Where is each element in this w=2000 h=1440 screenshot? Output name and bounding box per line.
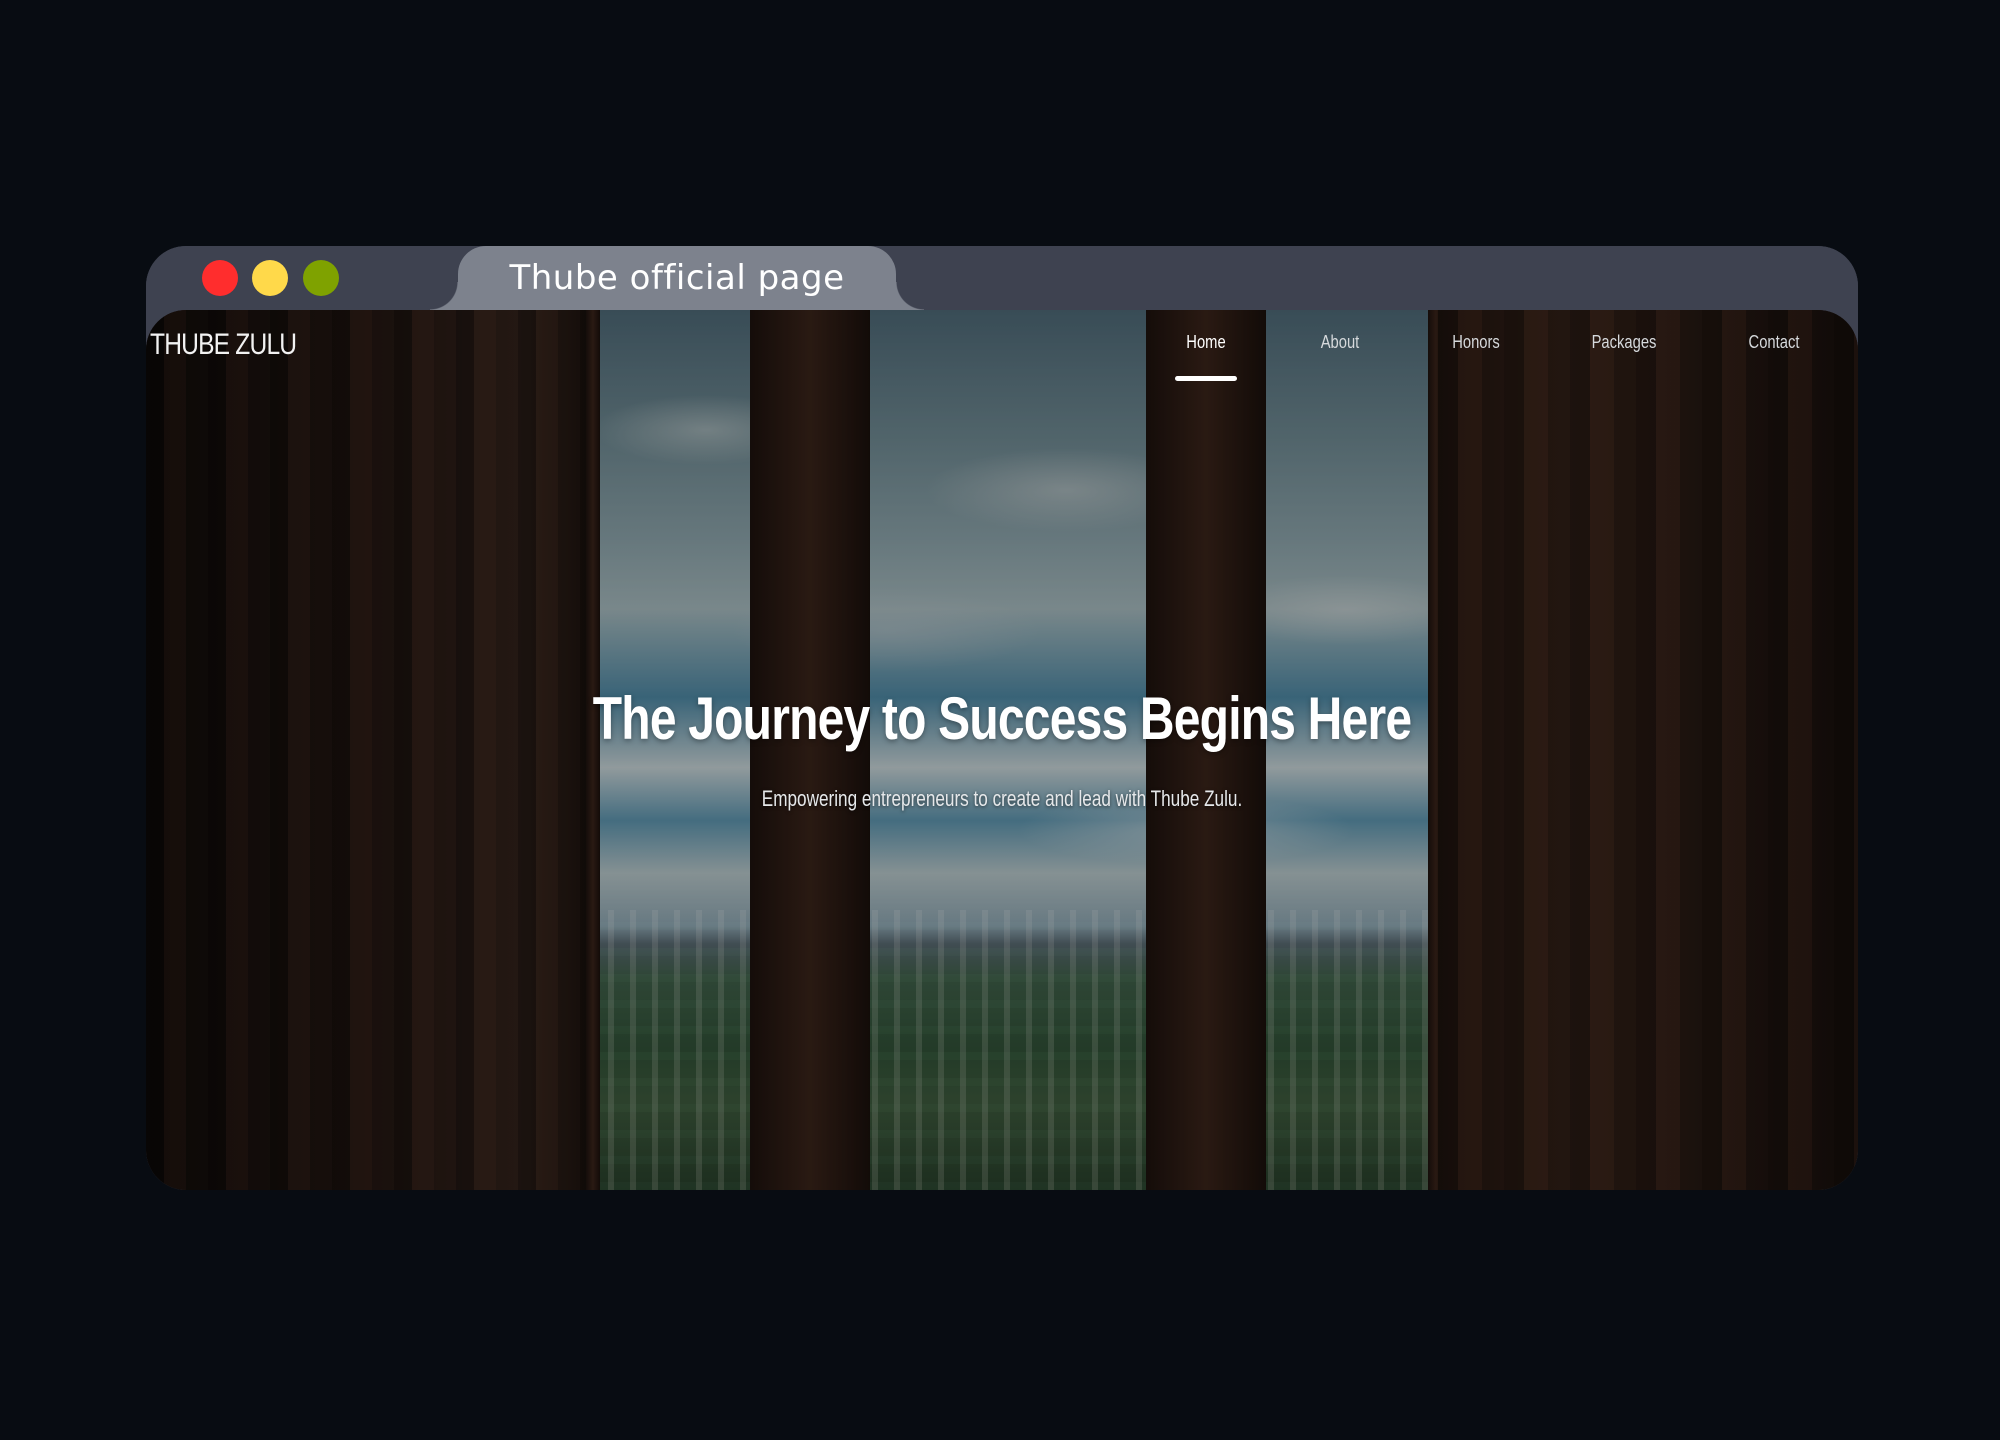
hero-title: The Journey to Success Begins Here xyxy=(592,685,1412,752)
page-viewport: THUBE ZULU Home About Honors Packages Co… xyxy=(146,310,1858,1190)
browser-tab[interactable]: Thube official page xyxy=(430,246,924,310)
nav-item-contact[interactable]: Contact xyxy=(1717,332,1832,353)
close-window-button[interactable] xyxy=(202,260,238,296)
hero-subtitle: Empowering entrepreneurs to create and l… xyxy=(761,786,1243,811)
browser-window: Thube official page THUBE ZULU Home Abou… xyxy=(146,246,1858,1190)
main-nav: Home About Honors Packages Contact xyxy=(146,332,1858,392)
nav-item-home[interactable]: Home xyxy=(1149,332,1264,353)
minimize-window-button[interactable] xyxy=(252,260,288,296)
active-nav-indicator xyxy=(1175,376,1237,381)
nav-item-honors[interactable]: Honors xyxy=(1419,332,1534,353)
maximize-window-button[interactable] xyxy=(303,260,339,296)
nav-item-packages[interactable]: Packages xyxy=(1567,332,1682,353)
nav-item-about[interactable]: About xyxy=(1283,332,1398,353)
title-bar: Thube official page xyxy=(146,246,1858,310)
tab-title: Thube official page xyxy=(509,258,845,298)
